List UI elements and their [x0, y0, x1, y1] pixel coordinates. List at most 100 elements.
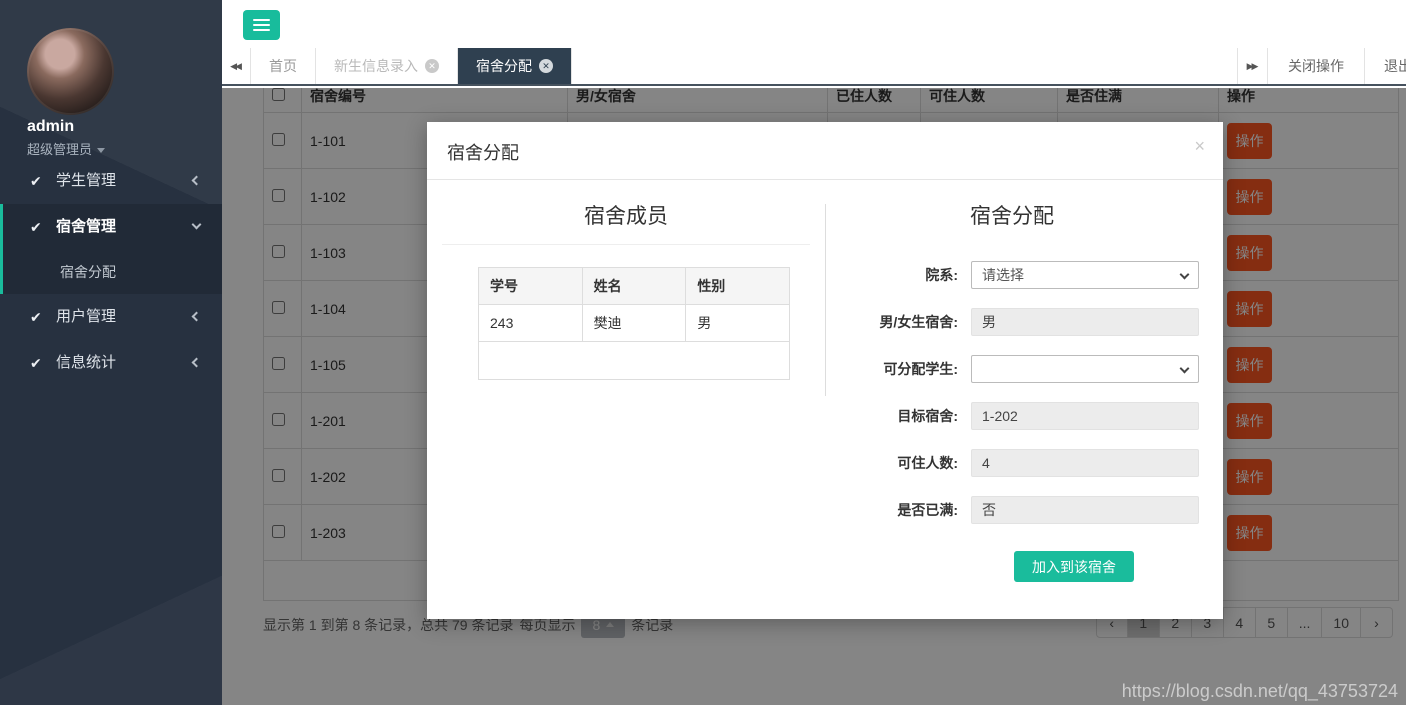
logout-label: 退出 — [1384, 58, 1406, 74]
caret-down-icon — [97, 148, 106, 154]
dorm-assign-modal: 宿舍分配 × 宿舍成员 学号 姓名 性别 243 樊迪 男 宿舍分配 院系: 请… — [427, 122, 1223, 619]
sidebar-item-dorm-assign[interactable]: 宿舍分配 — [0, 250, 222, 294]
members-table-body: 243 樊迪男 — [478, 304, 790, 380]
member-row: 243 樊迪男 — [478, 304, 790, 342]
modal-body: 宿舍成员 学号 姓名 性别 243 樊迪男 宿舍分配 院系: 请选择 男/女生宿… — [427, 180, 1223, 619]
sidebar-item-dorm-management[interactable]: ✔ 宿舍管理 — [0, 204, 222, 250]
tab-bar: ◀◀ 首页 新生信息录入 ✕ 宿舍分配 ✕ ▶▶ 关闭操作 退出 — [222, 48, 1406, 86]
sidebar-section-users: ✔ 用户管理 — [0, 294, 222, 340]
members-col-id: 学号 — [478, 267, 583, 305]
members-header-row: 学号 姓名 性别 — [478, 267, 790, 305]
check-icon: ✔ — [30, 173, 42, 189]
assign-heading: 宿舍分配 — [970, 205, 1054, 228]
sidebar: admin 超级管理员 ✔ 学生管理 ✔ 宿舍管理 宿舍分配 ✔ 用户管理 ✔ … — [0, 0, 222, 705]
sidebar-item-user-management[interactable]: ✔ 用户管理 — [0, 294, 222, 340]
sidebar-menu: ✔ 学生管理 ✔ 宿舍管理 宿舍分配 ✔ 用户管理 ✔ 信息统计 — [0, 158, 222, 386]
member-cell: 男 — [685, 304, 790, 342]
content-area: 宿舍编号 男/女宿舍 已住人数 可住人数 是否住满 操作 1-101 操作 1-10… — [222, 88, 1406, 705]
field-control: 4 — [971, 449, 1199, 477]
form-row: 可住人数: 4 — [825, 449, 1199, 477]
check-icon: ✔ — [30, 355, 42, 371]
member-empty-row — [478, 341, 790, 380]
field-control: 1-202 — [971, 402, 1199, 430]
form-row: 男/女生宿舍: 男 — [825, 308, 1199, 336]
sidebar-item-label: 宿舍管理 — [56, 218, 117, 235]
menu-toggle-button[interactable] — [243, 10, 280, 40]
close-operations-button[interactable]: 关闭操作 — [1267, 48, 1364, 84]
chevron-left-icon — [191, 311, 202, 322]
assign-form: 院系: 请选择男/女生宿舍: 男可分配学生: 目标宿舍: 1-202 可住人数: 4 是否已满… — [825, 261, 1199, 524]
top-toolbar — [222, 0, 1406, 48]
panel-divider — [825, 204, 826, 396]
submit-wrap: 加入到该宿舍 — [1014, 551, 1199, 582]
field-label: 可住人数: — [897, 455, 958, 471]
modal-header: 宿舍分配 × — [427, 122, 1223, 180]
check-icon: ✔ — [30, 219, 42, 235]
field-label: 院系: — [925, 267, 958, 283]
assign-panel: 宿舍分配 院系: 请选择男/女生宿舍: 男可分配学生: 目标宿舍: 1-202 可住人数:… — [825, 180, 1223, 619]
tabs-scroll-left-button[interactable]: ◀◀ — [222, 48, 251, 84]
members-col-gender: 性别 — [685, 267, 790, 305]
field-label: 目标宿舍: — [897, 408, 958, 424]
members-heading: 宿舍成员 — [442, 200, 810, 245]
close-tab-icon[interactable]: ✕ — [539, 59, 553, 73]
form-row: 可分配学生: — [825, 355, 1199, 383]
sidebar-item-label: 用户管理 — [56, 308, 117, 325]
member-cell: 243 — [478, 304, 583, 342]
field-label: 可分配学生: — [883, 361, 958, 377]
tab-label: 首页 — [269, 58, 297, 74]
tab-label: 新生信息录入 — [334, 58, 418, 74]
member-cell: 樊迪 — [581, 304, 687, 342]
field-control: 男 — [971, 308, 1199, 336]
sidebar-section-stats: ✔ 信息统计 — [0, 340, 222, 386]
members-panel: 宿舍成员 学号 姓名 性别 243 樊迪男 — [427, 180, 825, 619]
field-readonly-input[interactable]: 男 — [971, 308, 1199, 336]
hamburger-icon — [253, 19, 270, 21]
tab-home[interactable]: 首页 — [251, 48, 316, 84]
field-readonly-input[interactable]: 1-202 — [971, 402, 1199, 430]
chevron-down-icon — [191, 219, 202, 230]
join-dorm-button[interactable]: 加入到该宿舍 — [1014, 551, 1134, 582]
tab-new-student-entry[interactable]: 新生信息录入 ✕ — [316, 48, 458, 84]
field-control: 请选择 — [971, 261, 1199, 289]
sidebar-section-students: ✔ 学生管理 — [0, 158, 222, 204]
tab-label: 宿舍分配 — [476, 58, 532, 74]
members-col-name: 姓名 — [581, 267, 687, 305]
field-label: 男/女生宿舍: — [879, 314, 958, 330]
field-readonly-input[interactable]: 否 — [971, 496, 1199, 524]
sidebar-item-student-management[interactable]: ✔ 学生管理 — [0, 158, 222, 204]
avatar — [27, 28, 114, 115]
chevron-down-icon — [1179, 269, 1190, 280]
field-select[interactable] — [971, 355, 1199, 383]
field-readonly-input[interactable]: 4 — [971, 449, 1199, 477]
sidebar-section-dorm: ✔ 宿舍管理 宿舍分配 — [0, 204, 222, 294]
sidebar-item-info-stats[interactable]: ✔ 信息统计 — [0, 340, 222, 386]
member-empty-cell — [478, 341, 790, 380]
tabs-scroll-right-button[interactable]: ▶▶ — [1237, 48, 1267, 84]
username: admin — [27, 118, 75, 135]
check-icon: ✔ — [30, 309, 42, 325]
field-select[interactable]: 请选择 — [971, 261, 1199, 289]
modal-close-icon[interactable]: × — [1194, 136, 1205, 157]
form-row: 院系: 请选择 — [825, 261, 1199, 289]
logout-button[interactable]: 退出 — [1364, 48, 1406, 84]
main-area: ◀◀ 首页 新生信息录入 ✕ 宿舍分配 ✕ ▶▶ 关闭操作 退出 — [222, 0, 1406, 705]
close-tab-icon[interactable]: ✕ — [425, 59, 439, 73]
tab-dorm-assign[interactable]: 宿舍分配 ✕ — [458, 48, 572, 84]
sidebar-item-label: 学生管理 — [56, 172, 117, 189]
field-control — [971, 355, 1199, 383]
form-row: 目标宿舍: 1-202 — [825, 402, 1199, 430]
field-label: 是否已满: — [897, 502, 958, 518]
chevron-down-icon — [1179, 363, 1190, 374]
form-row: 是否已满: 否 — [825, 496, 1199, 524]
user-role-dropdown[interactable]: 超级管理员 — [27, 139, 106, 158]
field-control: 否 — [971, 496, 1199, 524]
modal-title: 宿舍分配 — [447, 143, 519, 163]
user-role-label: 超级管理员 — [27, 142, 93, 157]
watermark: https://blog.csdn.net/qq_43753724 — [1121, 681, 1398, 701]
chevron-left-icon — [191, 357, 202, 368]
members-table: 学号 姓名 性别 243 樊迪男 — [478, 267, 790, 380]
sidebar-item-label: 信息统计 — [56, 354, 117, 371]
tabbar-spacer — [572, 48, 1237, 84]
chevron-left-icon — [191, 175, 202, 186]
